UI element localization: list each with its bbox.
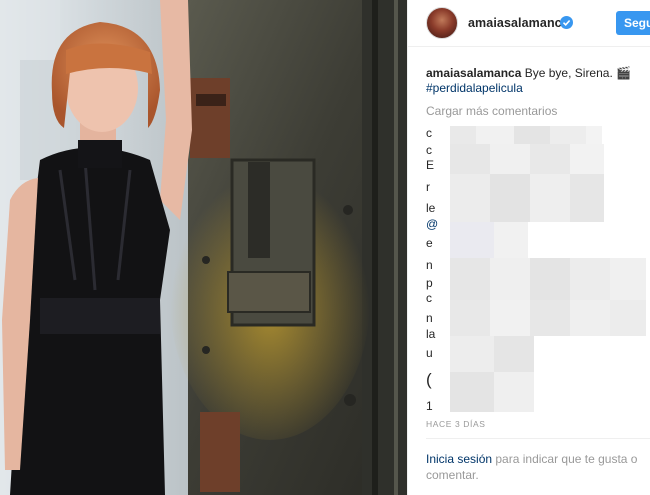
login-prompt: Inicia sesión para indicar que te gusta … [426,451,646,483]
username-link[interactable]: amaiasalamanca [468,16,569,30]
post-timestamp: HACE 3 DÍAS [426,419,486,429]
verified-badge-icon [560,16,573,29]
avatar[interactable] [426,7,458,39]
post-sidebar: amaiasalamanca Seguir amaiasalamanca Bye… [407,0,650,495]
divider [426,438,650,439]
post-photo[interactable] [0,0,407,495]
login-link[interactable]: Inicia sesión [426,452,492,466]
load-more-comments-link[interactable]: Cargar más comentarios [426,104,557,118]
caption-text: Bye bye, Sirena. 🎬 [521,66,632,80]
post-caption: amaiasalamanca Bye bye, Sirena. 🎬 #perdi… [426,66,641,96]
caption-username-link[interactable]: amaiasalamanca [426,66,521,80]
photo-image [0,0,407,495]
follow-button[interactable]: Seguir [616,11,650,35]
hashtag-link[interactable]: #perdidalapelicula [426,81,523,95]
pixelated-comments-mask [450,126,646,412]
post-header: amaiasalamanca Seguir [408,0,650,47]
